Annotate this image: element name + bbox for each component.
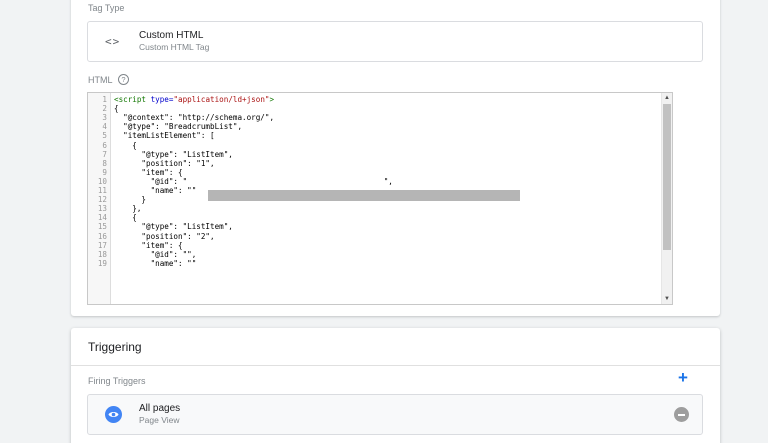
code-line: 4 "@type": "BreadcrumbList",: [88, 122, 672, 131]
line-number: 17: [97, 240, 107, 250]
code-text: {: [114, 213, 137, 223]
line-number: 7: [102, 149, 107, 159]
line-number: 1: [102, 95, 107, 104]
line-number: 4: [102, 122, 107, 132]
trigger-name: All pages: [139, 403, 181, 414]
line-number: 5: [102, 131, 107, 141]
code-line: 16 "position": "2",: [88, 232, 672, 241]
code-text: }: [114, 195, 147, 205]
tag-type-title: Custom HTML: [139, 30, 204, 41]
code-line: 2{: [88, 104, 672, 113]
line-number: 3: [102, 113, 107, 123]
line-number: 15: [97, 222, 107, 232]
line-number: 14: [97, 213, 107, 223]
triggering-title: Triggering: [88, 340, 142, 354]
scroll-down-arrow-icon[interactable]: ▼: [664, 296, 670, 302]
firing-triggers-label: Firing Triggers: [88, 376, 146, 386]
html-code-editor[interactable]: 1 <script type="application/ld+json"> 2{3 …: [87, 92, 673, 305]
line-number: 8: [102, 158, 107, 168]
html-label: HTML: [88, 75, 113, 85]
eye-icon: [105, 406, 122, 423]
code-text: "@id": " ",: [114, 176, 393, 186]
code-text: <script type="application/ld+json">: [114, 95, 275, 104]
line-number: 9: [102, 167, 107, 177]
code-text: "@id": "",: [114, 249, 197, 259]
tag-type-label: Tag Type: [88, 3, 125, 13]
code-text: "itemListElement": [: [114, 131, 215, 141]
line-number: 10: [97, 176, 107, 186]
trigger-type: Page View: [139, 415, 180, 425]
line-number: 13: [97, 204, 107, 214]
editor-scrollbar[interactable]: ▲ ▼: [661, 93, 672, 304]
section-divider: [71, 365, 720, 366]
tag-type-selector[interactable]: <> Custom HTML Custom HTML Tag: [87, 21, 703, 62]
code-line: 14 {: [88, 213, 672, 222]
help-icon[interactable]: ?: [118, 74, 129, 85]
code-text: "item": {: [114, 240, 183, 250]
redacted-url-block: [208, 190, 520, 201]
code-line: 18 "@id": "",: [88, 250, 672, 259]
code-line: 10 "@id": " ",: [88, 177, 672, 186]
code-text: "@type": "ListItem",: [114, 149, 233, 159]
triggering-card: Triggering Firing Triggers + All pages P…: [71, 328, 720, 443]
scroll-up-arrow-icon[interactable]: ▲: [664, 95, 670, 101]
code-text: "name": "": [114, 186, 197, 195]
code-text: },: [114, 204, 142, 214]
code-text: "position": "2",: [114, 231, 215, 241]
code-line: 5 "itemListElement": [: [88, 131, 672, 140]
code-text: "position": "1",: [114, 158, 215, 168]
code-line: 19 "name": "": [88, 259, 672, 268]
add-trigger-icon[interactable]: +: [675, 369, 691, 386]
line-number: 2: [102, 104, 107, 114]
scroll-thumb[interactable]: [663, 104, 671, 250]
line-number: 18: [97, 249, 107, 259]
code-line: 9 "item": {: [88, 168, 672, 177]
code-text: "@type": "BreadcrumbList",: [114, 122, 243, 132]
remove-trigger-icon[interactable]: [674, 407, 689, 422]
code-line: 3 "@context": "http://schema.org/",: [88, 113, 672, 122]
code-line: 6 {: [88, 141, 672, 150]
code-text: "item": {: [114, 167, 183, 177]
code-line: 1 <script type="application/ld+json">: [88, 95, 672, 104]
code-line: 17 "item": {: [88, 241, 672, 250]
code-line: 7 "@type": "ListItem",: [88, 150, 672, 159]
code-line: 8 "position": "1",: [88, 159, 672, 168]
code-text: {: [114, 140, 137, 150]
line-number: 16: [97, 231, 107, 241]
code-text: {: [114, 104, 119, 114]
code-text: "@type": "ListItem",: [114, 222, 233, 232]
trigger-item-all-pages[interactable]: All pages Page View: [87, 394, 703, 435]
code-text: "@context": "http://schema.org/",: [114, 113, 275, 123]
line-number: 19: [97, 258, 107, 268]
line-number: 12: [97, 195, 107, 205]
tag-configuration-card: Tag Type <> Custom HTML Custom HTML Tag …: [71, 0, 720, 316]
code-brackets-icon: <>: [105, 35, 121, 48]
code-line: 13 },: [88, 204, 672, 213]
tag-type-subtitle: Custom HTML Tag: [139, 42, 210, 52]
line-number: 11: [97, 186, 107, 195]
code-line: 15 "@type": "ListItem",: [88, 222, 672, 231]
line-number: 6: [102, 140, 107, 150]
code-text: "name": "": [114, 258, 197, 268]
